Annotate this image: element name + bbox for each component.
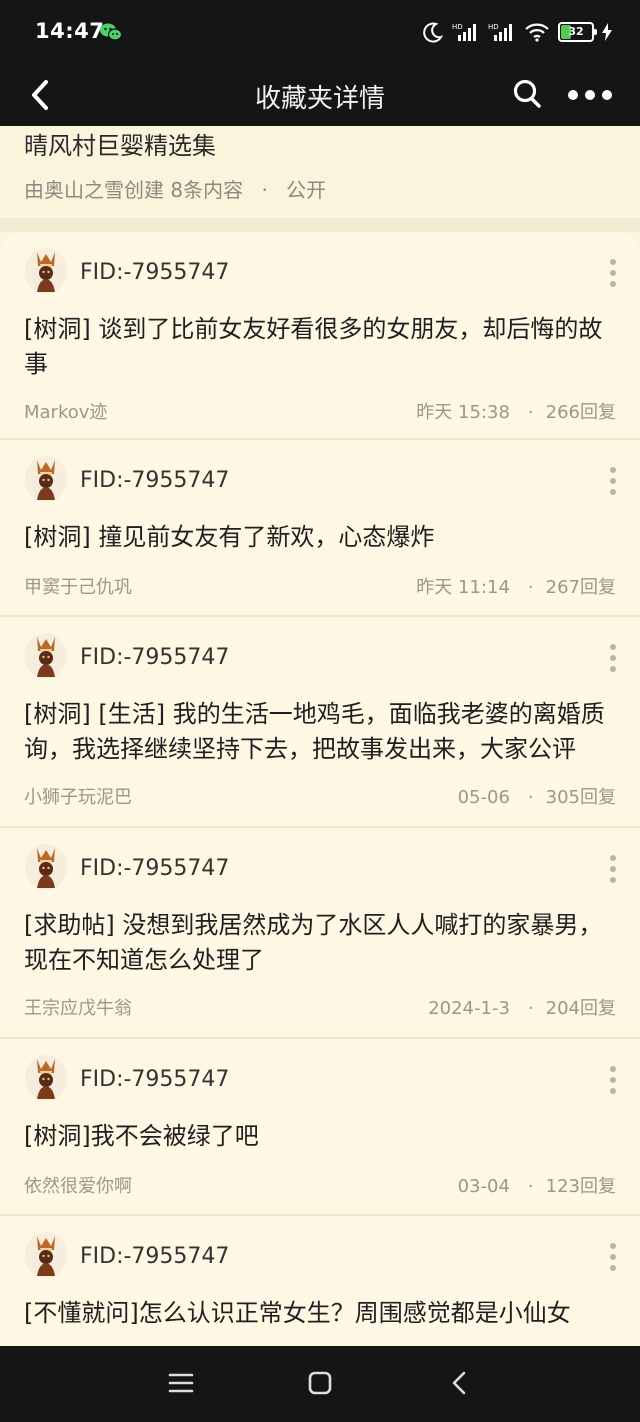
list-item[interactable]: FID:-7955747 [树洞] [生活] 我的生活一地鸡毛，面临我老婆的离婚… — [0, 617, 640, 828]
post-title[interactable]: [树洞] [生活] 我的生活一地鸡毛，面临我老婆的离婚质询，我选择继续坚持下去，… — [24, 697, 614, 767]
status-icons: HD HD 32 — [422, 19, 612, 45]
avatar[interactable] — [25, 844, 67, 890]
svg-text:HD: HD — [452, 23, 463, 31]
post-username[interactable]: FID:-7955747 — [80, 260, 229, 285]
post-list[interactable]: FID:-7955747 [树洞] 谈到了比前女友好看很多的女朋友，却后悔的故事… — [0, 232, 640, 1346]
avatar[interactable] — [25, 633, 67, 679]
avatar-icon — [37, 1236, 55, 1276]
more-vert-icon[interactable] — [605, 258, 621, 288]
status-time: 14:47 — [35, 19, 105, 43]
post-author: Markov迹 — [24, 402, 108, 423]
post-time: 03-04 — [457, 1176, 510, 1197]
more-vert-icon[interactable] — [605, 854, 621, 884]
post-author: 甲窦于己仇巩 — [24, 577, 132, 598]
section-divider — [0, 218, 640, 232]
post-author: 依然很爱你啊 — [24, 1176, 132, 1197]
collection-count: 8条内容 — [170, 178, 244, 202]
post-replies: 123回复 — [545, 1176, 616, 1197]
nav-bar: 收藏夹详情 — [0, 64, 640, 126]
more-vert-icon[interactable] — [605, 1065, 621, 1095]
post-username[interactable]: FID:-7955747 — [80, 468, 229, 493]
battery-icon: 32 — [558, 22, 597, 42]
post-time: 昨天 11:14 — [416, 577, 510, 598]
post-time: 05-06 — [457, 787, 510, 808]
post-username[interactable]: FID:-7955747 — [80, 1244, 229, 1269]
back-nav-icon[interactable] — [445, 1370, 475, 1396]
post-author: 小狮子玩泥巴 — [24, 787, 132, 808]
stats-dot: · — [527, 998, 534, 1019]
post-author: 王宗应戊牛翁 — [24, 998, 132, 1019]
collection-visibility: 公开 — [286, 178, 327, 202]
post-title[interactable]: [树洞]我不会被绿了吧 — [24, 1119, 614, 1154]
list-item[interactable]: FID:-7955747 [不懂就问]怎么认识正常女生？周围感觉都是小仙女 — [0, 1216, 640, 1346]
signal-icon-2: HD — [488, 23, 512, 41]
collection-header: 晴风村巨婴精选集 由奥山之雪创建 8条内容 · 公开 — [0, 126, 640, 218]
post-replies: 305回复 — [545, 787, 616, 808]
battery-level: 32 — [568, 25, 584, 38]
collection-meta: 由奥山之雪创建 8条内容 · 公开 — [24, 174, 326, 203]
page-title: 收藏夹详情 — [254, 84, 385, 114]
post-replies: 266回复 — [545, 402, 616, 423]
wechat-icon — [100, 23, 122, 41]
back-icon[interactable] — [26, 76, 56, 114]
post-time: 昨天 15:38 — [416, 402, 510, 423]
avatar-icon — [37, 637, 55, 677]
post-username[interactable]: FID:-7955747 — [80, 645, 229, 670]
post-replies: 267回复 — [545, 577, 616, 598]
menu-icon[interactable] — [166, 1370, 196, 1396]
post-stats: 昨天 11:14 · 267回复 — [416, 573, 616, 599]
stats-dot: · — [527, 577, 534, 598]
list-item[interactable]: FID:-7955747 [树洞] 谈到了比前女友好看很多的女朋友，却后悔的故事… — [0, 232, 640, 440]
post-stats: 03-04 · 123回复 — [458, 1172, 616, 1198]
home-icon[interactable] — [305, 1370, 335, 1396]
signal-icon: HD — [452, 23, 476, 41]
avatar-icon — [37, 460, 55, 500]
avatar[interactable] — [25, 456, 67, 502]
svg-text:HD: HD — [488, 23, 499, 31]
search-icon[interactable] — [512, 78, 542, 110]
wifi-icon — [525, 23, 549, 42]
stats-dot: · — [527, 787, 534, 808]
avatar[interactable] — [25, 1232, 67, 1278]
avatar[interactable] — [25, 248, 67, 294]
system-nav-bar — [0, 1346, 640, 1422]
collection-title: 晴风村巨婴精选集 — [24, 132, 216, 160]
list-item[interactable]: FID:-7955747 [树洞] 撞见前女友有了新欢，心态爆炸 甲窦于己仇巩 … — [0, 440, 640, 617]
status-bar: 14:47 HD HD 32 — [0, 0, 640, 64]
post-title[interactable]: [树洞] 谈到了比前女友好看很多的女朋友，却后悔的故事 — [24, 312, 614, 382]
avatar-icon — [37, 252, 55, 292]
collection-creator: 由奥山之雪创建 — [24, 178, 164, 202]
stats-dot: · — [527, 1176, 534, 1197]
charging-icon — [602, 23, 612, 41]
post-stats: 05-06 · 305回复 — [458, 783, 616, 809]
avatar-icon — [37, 1059, 55, 1099]
more-vert-icon[interactable] — [605, 643, 621, 673]
post-title[interactable]: [不懂就问]怎么认识正常女生？周围感觉都是小仙女 — [24, 1296, 614, 1331]
avatar[interactable] — [25, 1055, 67, 1101]
post-stats: 2024-1-3 · 204回复 — [428, 994, 616, 1020]
list-item[interactable]: FID:-7955747 [树洞]我不会被绿了吧 依然很爱你啊 03-04 · 12… — [0, 1039, 640, 1216]
meta-dot: · — [261, 178, 268, 202]
post-title[interactable]: [树洞] 撞见前女友有了新欢，心态爆炸 — [24, 520, 614, 555]
list-item[interactable]: FID:-7955747 [求助帖] 没想到我居然成为了水区人人喊打的家暴男，现… — [0, 828, 640, 1039]
more-vert-icon[interactable] — [605, 1242, 621, 1272]
stats-dot: · — [527, 402, 534, 423]
post-username[interactable]: FID:-7955747 — [80, 856, 229, 881]
post-time: 2024-1-3 — [428, 998, 510, 1019]
more-menu-icon[interactable] — [566, 88, 614, 102]
moon-icon — [423, 22, 444, 43]
post-replies: 204回复 — [545, 998, 616, 1019]
post-title[interactable]: [求助帖] 没想到我居然成为了水区人人喊打的家暴男，现在不知道怎么处理了 — [24, 908, 614, 978]
post-stats: 昨天 15:38 · 266回复 — [416, 398, 616, 424]
more-vert-icon[interactable] — [605, 466, 621, 496]
avatar-icon — [37, 848, 55, 888]
post-username[interactable]: FID:-7955747 — [80, 1067, 229, 1092]
